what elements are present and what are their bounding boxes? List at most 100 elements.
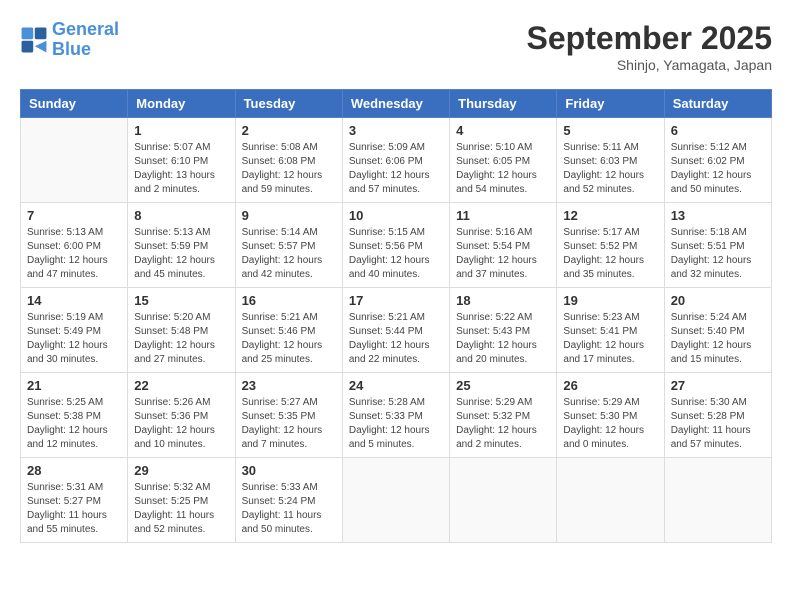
day-number: 8 — [134, 208, 228, 223]
calendar-day-cell: 15Sunrise: 5:20 AMSunset: 5:48 PMDayligh… — [128, 288, 235, 373]
calendar-day-cell: 16Sunrise: 5:21 AMSunset: 5:46 PMDayligh… — [235, 288, 342, 373]
calendar-day-cell: 17 Sunrise: 5:21 AMSunset: 5:44 PMDayligh… — [342, 288, 449, 373]
calendar-day-cell: 29 Sunrise: 5:32 AMSunset: 5:25 PMDayligh… — [128, 458, 235, 543]
weekday-header: Saturday — [664, 90, 771, 118]
title-block: September 2025 Shinjo, Yamagata, Japan — [527, 20, 772, 73]
day-info: Sunrise: 5:08 AMSunset: 6:08 PMDaylight:… — [242, 141, 336, 197]
calendar-week-row: 7 Sunrise: 5:13 AMSunset: 6:00 PMDaylight… — [21, 203, 772, 288]
day-number: 30 — [242, 463, 336, 478]
day-number: 23 — [242, 378, 336, 393]
day-number: 19 — [563, 293, 657, 308]
calendar-day-cell — [557, 458, 664, 543]
calendar-day-cell: 11 Sunrise: 5:16 AMSunset: 5:54 PMDayligh… — [450, 203, 557, 288]
day-number: 14 — [27, 293, 121, 308]
day-number: 11 — [456, 208, 550, 223]
day-number: 6 — [671, 123, 765, 138]
calendar-day-cell: 26Sunrise: 5:29 AMSunset: 5:30 PMDayligh… — [557, 373, 664, 458]
logo-blue: Blue — [52, 39, 91, 59]
day-number: 29 — [134, 463, 228, 478]
day-info: Sunrise: 5:14 AMSunset: 5:57 PMDaylight:… — [242, 226, 336, 282]
page-header: General Blue September 2025 Shinjo, Yama… — [20, 20, 772, 73]
day-info: Sunrise: 5:24 AMSunset: 5:40 PMDaylight:… — [671, 311, 765, 367]
weekday-header: Friday — [557, 90, 664, 118]
calendar-day-cell: 6 Sunrise: 5:12 AMSunset: 6:02 PMDaylight… — [664, 118, 771, 203]
calendar-day-cell: 18 Sunrise: 5:22 AMSunset: 5:43 PMDayligh… — [450, 288, 557, 373]
calendar-week-row: 28 Sunrise: 5:31 AMSunset: 5:27 PMDayligh… — [21, 458, 772, 543]
day-info: Sunrise: 5:25 AMSunset: 5:38 PMDaylight:… — [27, 396, 121, 452]
subtitle: Shinjo, Yamagata, Japan — [527, 57, 772, 73]
calendar-day-cell: 25 Sunrise: 5:29 AMSunset: 5:32 PMDayligh… — [450, 373, 557, 458]
day-info: Sunrise: 5:15 AMSunset: 5:56 PMDaylight:… — [349, 226, 443, 282]
day-info: Sunrise: 5:09 AMSunset: 6:06 PMDaylight:… — [349, 141, 443, 197]
calendar-day-cell: 19 Sunrise: 5:23 AMSunset: 5:41 PMDayligh… — [557, 288, 664, 373]
calendar-day-cell: 3Sunrise: 5:09 AMSunset: 6:06 PMDaylight… — [342, 118, 449, 203]
day-number: 13 — [671, 208, 765, 223]
day-info: Sunrise: 5:18 AMSunset: 5:51 PMDaylight:… — [671, 226, 765, 282]
day-number: 7 — [27, 208, 121, 223]
day-number: 21 — [27, 378, 121, 393]
calendar-day-cell: 4Sunrise: 5:10 AMSunset: 6:05 PMDaylight… — [450, 118, 557, 203]
calendar-day-cell: 22 Sunrise: 5:26 AMSunset: 5:36 PMDayligh… — [128, 373, 235, 458]
day-number: 24 — [349, 378, 443, 393]
calendar-week-row: 1 Sunrise: 5:07 AMSunset: 6:10 PMDaylight… — [21, 118, 772, 203]
day-number: 28 — [27, 463, 121, 478]
calendar-day-cell: 2Sunrise: 5:08 AMSunset: 6:08 PMDaylight… — [235, 118, 342, 203]
day-info: Sunrise: 5:07 AMSunset: 6:10 PMDaylight:… — [134, 141, 228, 197]
day-number: 25 — [456, 378, 550, 393]
day-info: Sunrise: 5:10 AMSunset: 6:05 PMDaylight:… — [456, 141, 550, 197]
day-info: Sunrise: 5:16 AMSunset: 5:54 PMDaylight:… — [456, 226, 550, 282]
day-info: Sunrise: 5:22 AMSunset: 5:43 PMDaylight:… — [456, 311, 550, 367]
calendar-day-cell: 27 Sunrise: 5:30 AMSunset: 5:28 PMDayligh… — [664, 373, 771, 458]
calendar-day-cell: 7 Sunrise: 5:13 AMSunset: 6:00 PMDaylight… — [21, 203, 128, 288]
calendar-day-cell — [21, 118, 128, 203]
calendar-day-cell — [450, 458, 557, 543]
weekday-header: Tuesday — [235, 90, 342, 118]
day-info: Sunrise: 5:21 AMSunset: 5:44 PMDaylight:… — [349, 311, 443, 367]
day-info: Sunrise: 5:17 AMSunset: 5:52 PMDaylight:… — [563, 226, 657, 282]
day-number: 26 — [563, 378, 657, 393]
calendar-day-cell: 24 Sunrise: 5:28 AMSunset: 5:33 PMDayligh… — [342, 373, 449, 458]
logo-general: General — [52, 19, 119, 39]
day-info: Sunrise: 5:31 AMSunset: 5:27 PMDaylight:… — [27, 481, 121, 537]
calendar-day-cell: 20 Sunrise: 5:24 AMSunset: 5:40 PMDayligh… — [664, 288, 771, 373]
day-info: Sunrise: 5:30 AMSunset: 5:28 PMDaylight:… — [671, 396, 765, 452]
day-info: Sunrise: 5:11 AMSunset: 6:03 PMDaylight:… — [563, 141, 657, 197]
logo-icon — [20, 26, 48, 54]
day-number: 17 — [349, 293, 443, 308]
logo-text: General Blue — [52, 20, 119, 60]
day-info: Sunrise: 5:33 AMSunset: 5:24 PMDaylight:… — [242, 481, 336, 537]
calendar-day-cell: 1 Sunrise: 5:07 AMSunset: 6:10 PMDaylight… — [128, 118, 235, 203]
day-info: Sunrise: 5:13 AMSunset: 6:00 PMDaylight:… — [27, 226, 121, 282]
day-number: 12 — [563, 208, 657, 223]
day-number: 18 — [456, 293, 550, 308]
day-info: Sunrise: 5:28 AMSunset: 5:33 PMDaylight:… — [349, 396, 443, 452]
calendar-day-cell: 21 Sunrise: 5:25 AMSunset: 5:38 PMDayligh… — [21, 373, 128, 458]
weekday-header: Wednesday — [342, 90, 449, 118]
calendar-week-row: 21 Sunrise: 5:25 AMSunset: 5:38 PMDayligh… — [21, 373, 772, 458]
day-info: Sunrise: 5:32 AMSunset: 5:25 PMDaylight:… — [134, 481, 228, 537]
calendar-day-cell — [342, 458, 449, 543]
day-info: Sunrise: 5:29 AMSunset: 5:32 PMDaylight:… — [456, 396, 550, 452]
calendar-day-cell: 8 Sunrise: 5:13 AMSunset: 5:59 PMDaylight… — [128, 203, 235, 288]
calendar-day-cell: 10Sunrise: 5:15 AMSunset: 5:56 PMDayligh… — [342, 203, 449, 288]
day-number: 22 — [134, 378, 228, 393]
calendar-day-cell: 23Sunrise: 5:27 AMSunset: 5:35 PMDayligh… — [235, 373, 342, 458]
day-info: Sunrise: 5:26 AMSunset: 5:36 PMDaylight:… — [134, 396, 228, 452]
weekday-header: Thursday — [450, 90, 557, 118]
calendar-day-cell: 30 Sunrise: 5:33 AMSunset: 5:24 PMDayligh… — [235, 458, 342, 543]
calendar-day-cell: 14Sunrise: 5:19 AMSunset: 5:49 PMDayligh… — [21, 288, 128, 373]
day-info: Sunrise: 5:23 AMSunset: 5:41 PMDaylight:… — [563, 311, 657, 367]
day-number: 5 — [563, 123, 657, 138]
calendar-week-row: 14Sunrise: 5:19 AMSunset: 5:49 PMDayligh… — [21, 288, 772, 373]
calendar-day-cell — [664, 458, 771, 543]
day-number: 1 — [134, 123, 228, 138]
main-title: September 2025 — [527, 20, 772, 57]
day-number: 27 — [671, 378, 765, 393]
day-number: 20 — [671, 293, 765, 308]
calendar-day-cell: 13 Sunrise: 5:18 AMSunset: 5:51 PMDayligh… — [664, 203, 771, 288]
weekday-header: Monday — [128, 90, 235, 118]
day-info: Sunrise: 5:13 AMSunset: 5:59 PMDaylight:… — [134, 226, 228, 282]
day-info: Sunrise: 5:12 AMSunset: 6:02 PMDaylight:… — [671, 141, 765, 197]
day-number: 16 — [242, 293, 336, 308]
calendar-day-cell: 9Sunrise: 5:14 AMSunset: 5:57 PMDaylight… — [235, 203, 342, 288]
